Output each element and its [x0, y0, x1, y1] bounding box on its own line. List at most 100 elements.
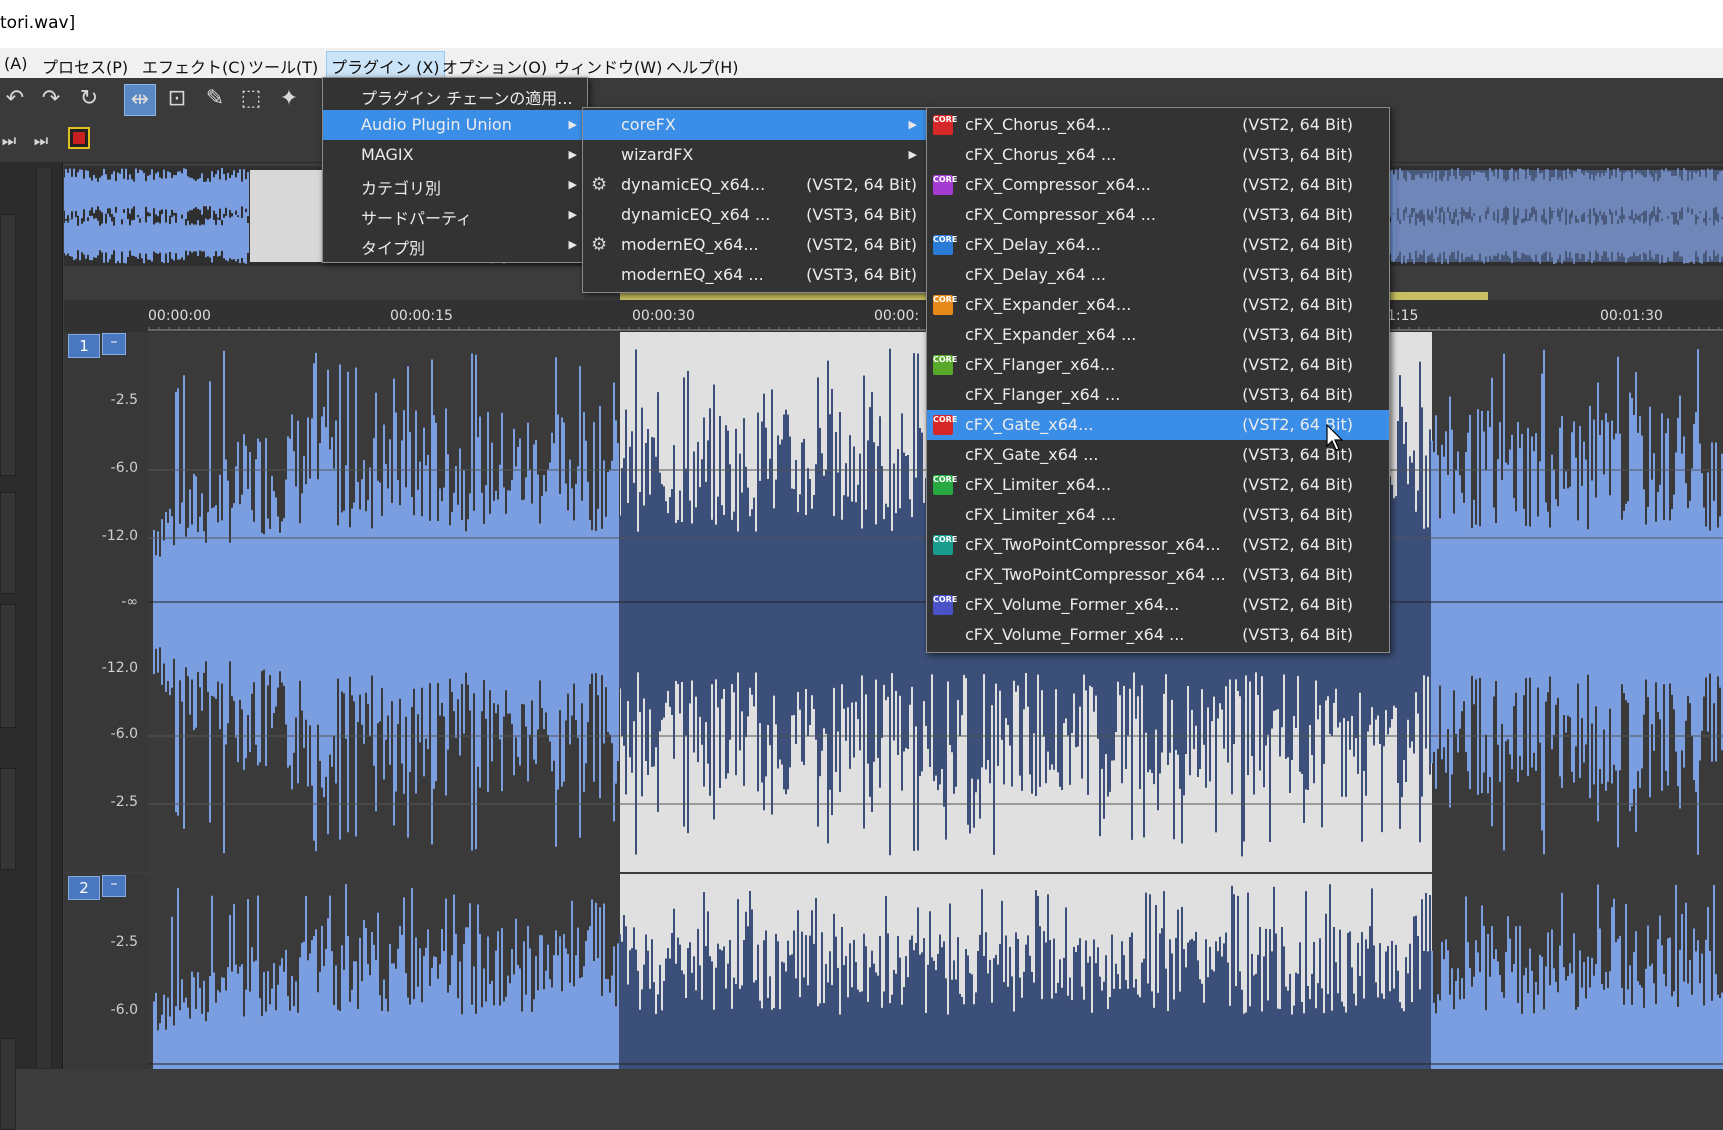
db-label: -∞ — [121, 594, 138, 610]
submenu-arrow-icon: ▶ — [568, 208, 577, 221]
menu-item-wizardfx[interactable]: wizardFX ▶ — [583, 140, 927, 170]
menu-item-corefx[interactable]: coreFX ▶ — [583, 110, 927, 140]
track-1[interactable]: 1 – -2.5 -6.0 -12.0 -∞ -12.0 -6.0 -2.5 — [64, 332, 1723, 872]
menu-item-corefx-plugin[interactable]: cFX_Volume_Former_x64 ... (VST3, 64 Bit) — [927, 620, 1389, 650]
db-scale-2: 2 – -2.5 -6.0 — [64, 874, 148, 1069]
menu-item-corefx-plugin[interactable]: CORE cFX_Gate_x64... (VST2, 64 Bit) — [927, 410, 1389, 440]
corefx-logo-icon: CORE — [933, 595, 957, 615]
channel-number[interactable]: 2 — [68, 876, 100, 900]
zoom-tool-icon[interactable]: ⊡ — [162, 84, 192, 114]
corefx-logo-icon: CORE — [933, 175, 957, 195]
waveform-channel-2 — [148, 874, 1723, 1069]
waveform-channel-1 — [148, 332, 1723, 872]
rewind-icon[interactable]: ⏭ — [0, 126, 24, 156]
panel-block — [0, 1038, 16, 1130]
panel-block — [0, 214, 16, 476]
menu-item-category[interactable]: カテゴリ別 ▶ — [323, 170, 587, 200]
menu-item-corefx-plugin[interactable]: CORE cFX_Delay_x64... (VST2, 64 Bit) — [927, 230, 1389, 260]
menu-item-help[interactable]: ヘルプ(H) — [662, 52, 743, 80]
menu-item-dynamiceq-vst3[interactable]: dynamicEQ_x64 ... (VST3, 64 Bit) — [583, 200, 927, 230]
magic-tool-icon[interactable]: ✦ — [274, 84, 304, 114]
db-scale-1: 1 – -2.5 -6.0 -12.0 -∞ -12.0 -6.0 -2.5 — [64, 332, 148, 872]
menu-item-corefx-plugin[interactable]: cFX_Delay_x64 ... (VST3, 64 Bit) — [927, 260, 1389, 290]
time-ruler[interactable]: 00:00:00 00:00:15 00:00:30 00:00: 1:15 0… — [64, 300, 1723, 333]
menu-item-dynamiceq-vst2[interactable]: ⚙ dynamicEQ_x64... (VST2, 64 Bit) — [583, 170, 927, 200]
plugin-menu: プラグイン チェーンの適用... Audio Plugin Union ▶ MA… — [322, 77, 588, 263]
db-label: -6.0 — [110, 1002, 138, 1018]
minimize-channel-button[interactable]: – — [102, 875, 126, 897]
undo-icon[interactable]: ↶ — [0, 84, 30, 114]
menu-item-corefx-plugin[interactable]: CORE cFX_Limiter_x64... (VST2, 64 Bit) — [927, 470, 1389, 500]
menu-bar: (A) プロセス(P) エフェクト(C) ツール(T) プラグイン (X) オプ… — [0, 48, 1723, 81]
corefx-logo-icon: CORE — [933, 355, 957, 375]
menu-item-options[interactable]: オプション(O) — [438, 52, 551, 80]
submenu-arrow-icon: ▶ — [568, 238, 577, 251]
edit-tool-icon[interactable]: ⇹ — [124, 84, 156, 116]
panel-block — [0, 768, 16, 870]
menu-item-moderneq-vst2[interactable]: ⚙ modernEQ_x64... (VST2, 64 Bit) — [583, 230, 927, 260]
panel-block — [0, 492, 16, 594]
menu-item-audio-plugin-union[interactable]: Audio Plugin Union ▶ — [323, 110, 587, 140]
menu-item-corefx-plugin[interactable]: cFX_Expander_x64 ... (VST3, 64 Bit) — [927, 320, 1389, 350]
next-marker-icon[interactable]: ⏭ — [26, 126, 56, 156]
corefx-logo-icon: CORE — [933, 535, 957, 555]
submenu-arrow-icon: ▶ — [568, 118, 577, 131]
menu-item-a[interactable]: (A) — [0, 52, 31, 75]
menu-item-corefx-plugin[interactable]: cFX_Flanger_x64 ... (VST3, 64 Bit) — [927, 380, 1389, 410]
track-2[interactable]: 2 – -2.5 -6.0 — [64, 874, 1723, 1069]
menu-item-corefx-plugin[interactable]: cFX_Gate_x64 ... (VST3, 64 Bit) — [927, 440, 1389, 470]
corefx-logo-icon: CORE — [933, 235, 957, 255]
menu-item-moderneq-vst3[interactable]: modernEQ_x64 ... (VST3, 64 Bit) — [583, 260, 927, 290]
menu-item-corefx-plugin[interactable]: CORE cFX_TwoPointCompressor_x64... (VST2, … — [927, 530, 1389, 560]
corefx-logo-icon: CORE — [933, 475, 957, 495]
menu-item-magix[interactable]: MAGIX ▶ — [323, 140, 587, 170]
panel-block — [0, 604, 16, 728]
menu-item-window[interactable]: ウィンドウ(W) — [550, 52, 666, 80]
submenu-arrow-icon: ▶ — [568, 148, 577, 161]
menu-item-corefx-plugin[interactable]: cFX_Chorus_x64 ... (VST3, 64 Bit) — [927, 140, 1389, 170]
menu-item-corefx-plugin[interactable]: CORE cFX_Compressor_x64... (VST2, 64 Bit) — [927, 170, 1389, 200]
menu-item-third-party[interactable]: サードパーティ ▶ — [323, 200, 587, 230]
ruler-tick: 00:00: — [874, 308, 920, 324]
menu-item-corefx-plugin[interactable]: cFX_Limiter_x64 ... (VST3, 64 Bit) — [927, 500, 1389, 530]
db-label: -12.0 — [101, 660, 138, 676]
ruler-tick: 00:00:15 — [390, 308, 453, 324]
record-icon[interactable] — [64, 126, 94, 156]
window-title: tori.wav] — [0, 13, 76, 33]
redo-icon[interactable]: ↷ — [36, 84, 66, 114]
menu-item-corefx-plugin[interactable]: cFX_TwoPointCompressor_x64 ... (VST3, 64 … — [927, 560, 1389, 590]
submenu-arrow-icon: ▶ — [908, 118, 917, 131]
menu-item-tools[interactable]: ツール(T) — [244, 52, 322, 80]
menu-item-process[interactable]: プロセス(P) — [38, 52, 132, 80]
channel-number[interactable]: 1 — [68, 334, 100, 358]
title-bar: tori.wav] — [0, 0, 1723, 49]
pencil-tool-icon[interactable]: ✎ — [200, 84, 230, 114]
ruler-tick: 00:00:00 — [148, 308, 211, 324]
ruler-tick: 00:00:30 — [632, 308, 695, 324]
db-label: -6.0 — [110, 460, 138, 476]
ruler-tick: 00:01:30 — [1600, 308, 1663, 324]
refresh-icon[interactable]: ↻ — [74, 84, 104, 114]
gear-icon: ⚙ — [591, 234, 608, 255]
submenu-arrow-icon: ▶ — [568, 178, 577, 191]
ruler-tick: 1:15 — [1387, 308, 1419, 324]
envelope-tool-icon[interactable]: ⬚ — [236, 84, 266, 114]
corefx-logo-icon: CORE — [933, 415, 957, 435]
panel-scrollbar[interactable] — [36, 168, 52, 1068]
menu-item-corefx-plugin[interactable]: CORE cFX_Chorus_x64... (VST2, 64 Bit) — [927, 110, 1389, 140]
corefx-logo-icon: CORE — [933, 295, 957, 315]
menu-item-corefx-plugin[interactable]: CORE cFX_Expander_x64... (VST2, 64 Bit) — [927, 290, 1389, 320]
menu-item-effect[interactable]: エフェクト(C) — [138, 52, 250, 80]
menu-item-corefx-plugin[interactable]: CORE cFX_Flanger_x64... (VST2, 64 Bit) — [927, 350, 1389, 380]
menu-item-by-type[interactable]: タイプ別 ▶ — [323, 230, 587, 260]
corefx-submenu: CORE cFX_Chorus_x64... (VST2, 64 Bit) cFX_C… — [926, 107, 1390, 653]
left-panel — [0, 162, 63, 1130]
audio-plugin-union-submenu: coreFX ▶ wizardFX ▶ ⚙ dynamicEQ_x64... (… — [582, 107, 928, 293]
menu-item-corefx-plugin[interactable]: CORE cFX_Volume_Former_x64... (VST2, 64 Bi… — [927, 590, 1389, 620]
minimize-channel-button[interactable]: – — [102, 333, 126, 355]
mouse-cursor-icon — [1326, 424, 1344, 451]
menu-item-apply-chain[interactable]: プラグイン チェーンの適用... — [323, 80, 587, 110]
menu-item-corefx-plugin[interactable]: cFX_Compressor_x64 ... (VST3, 64 Bit) — [927, 200, 1389, 230]
corefx-logo-icon: CORE — [933, 115, 957, 135]
submenu-arrow-icon: ▶ — [908, 148, 917, 161]
